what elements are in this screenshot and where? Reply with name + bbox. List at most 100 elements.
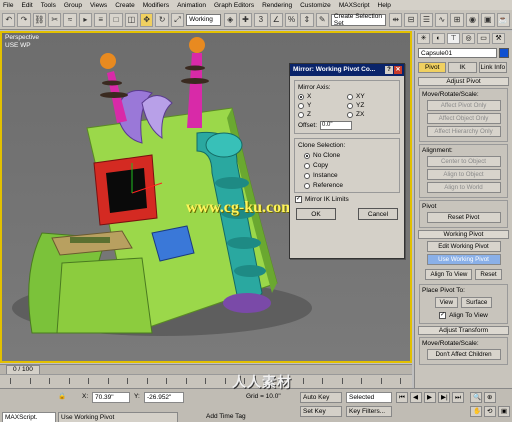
offset-field[interactable]: 0.0" xyxy=(320,121,353,130)
x-coordinate-field[interactable]: 70.39" xyxy=(92,392,130,403)
go-to-start-icon[interactable]: ⏮ xyxy=(396,392,408,403)
set-key-button[interactable]: Set Key xyxy=(300,406,342,417)
menu-item-modifiers[interactable]: Modifiers xyxy=(143,2,169,9)
modify-tab-icon[interactable]: ◐ xyxy=(432,33,445,44)
ok-button[interactable]: OK xyxy=(296,208,336,220)
adjust-transform-rollout[interactable]: Adjust Transform xyxy=(418,326,509,335)
display-tab-icon[interactable]: ▭ xyxy=(477,33,490,44)
pivot-center-icon[interactable]: ◈ xyxy=(223,12,237,27)
align-to-object-button[interactable]: Align to Object xyxy=(426,169,501,180)
create-tab-icon[interactable]: ✳ xyxy=(417,33,430,44)
move-icon[interactable]: ✥ xyxy=(140,12,154,27)
radio-dot-icon[interactable] xyxy=(304,162,310,169)
named-selection-set-dropdown[interactable]: Create Selection Set xyxy=(330,13,387,27)
schematic-view-icon[interactable]: ⊞ xyxy=(450,12,464,27)
axis-radio-zx[interactable]: ZX xyxy=(347,111,396,118)
rotate-icon[interactable]: ↻ xyxy=(155,12,169,27)
reset-pivot-button[interactable]: Reset Pivot xyxy=(426,212,501,223)
align-to-world-button[interactable]: Align to World xyxy=(426,182,501,193)
percent-snap-icon[interactable]: % xyxy=(284,12,299,27)
unlink-icon[interactable]: ✂ xyxy=(48,12,62,27)
center-to-object-button[interactable]: Center to Object xyxy=(426,156,501,167)
surface-button[interactable]: Surface xyxy=(460,297,493,308)
zoom-icon[interactable]: 🔍 xyxy=(470,392,482,403)
axis-radio-xy[interactable]: XY xyxy=(347,93,396,100)
radio-dot-icon[interactable] xyxy=(347,111,353,118)
axis-radio-x[interactable]: X xyxy=(298,93,347,100)
object-name-field[interactable]: Capsule01 xyxy=(418,48,497,58)
spinner-snap-icon[interactable]: ⇕ xyxy=(300,12,314,27)
align-icon[interactable]: ⊟ xyxy=(404,12,418,27)
lock-icon[interactable]: 🔒 xyxy=(58,392,66,402)
clone-radio-copy[interactable]: Copy xyxy=(304,162,396,169)
add-time-tag[interactable]: Add Time Tag xyxy=(206,412,246,422)
previous-frame-icon[interactable]: ◀ xyxy=(410,392,422,403)
cancel-button[interactable]: Cancel xyxy=(358,208,398,220)
orbit-icon[interactable]: ⟲ xyxy=(484,406,496,417)
menu-item-file[interactable]: File xyxy=(3,2,13,9)
snap-toggle-icon[interactable]: 3 xyxy=(254,12,268,27)
dont-affect-children-button[interactable]: Don't Affect Children xyxy=(426,349,501,360)
menu-item-group[interactable]: Group xyxy=(64,2,82,9)
radio-dot-icon[interactable] xyxy=(298,93,304,100)
use-working-pivot-button[interactable]: Use Working Pivot xyxy=(426,254,501,265)
affect-object-only-button[interactable]: Affect Object Only xyxy=(426,113,501,124)
auto-key-button[interactable]: Auto Key xyxy=(300,392,342,403)
maxscript-listener[interactable]: MAXScript. xyxy=(2,412,56,422)
align-to-view-checkbox[interactable]: ✓ Align To View xyxy=(422,312,505,319)
tab-pivot[interactable]: Pivot xyxy=(418,62,447,73)
window-crossing-icon[interactable]: ◫ xyxy=(124,12,139,27)
key-filters-button[interactable]: Key Filters... xyxy=(346,406,392,417)
curve-editor-icon[interactable]: ∿ xyxy=(435,12,449,27)
utilities-tab-icon[interactable]: ⚒ xyxy=(492,33,505,44)
menu-item-maxscript[interactable]: MAXScript xyxy=(339,2,370,9)
clone-radio-reference[interactable]: Reference xyxy=(304,182,396,189)
y-coordinate-field[interactable]: -26.952" xyxy=(144,392,184,403)
region-select-icon[interactable]: □ xyxy=(109,12,123,27)
radio-dot-icon[interactable] xyxy=(347,93,353,100)
menu-item-create[interactable]: Create xyxy=(115,2,135,9)
select-object-icon[interactable]: ▸ xyxy=(78,12,93,27)
object-color-swatch[interactable] xyxy=(499,48,509,58)
layer-manager-icon[interactable]: ☰ xyxy=(419,12,434,27)
help-button[interactable]: ? xyxy=(385,66,393,74)
menu-item-tools[interactable]: Tools xyxy=(41,2,56,9)
close-icon[interactable]: ✕ xyxy=(394,66,402,74)
menu-item-customize[interactable]: Customize xyxy=(300,2,331,9)
time-slider[interactable]: 0 / 100 xyxy=(0,364,412,375)
menu-item-rendering[interactable]: Rendering xyxy=(262,2,292,9)
radio-dot-icon[interactable] xyxy=(298,111,304,118)
render-setup-icon[interactable]: ▣ xyxy=(481,12,495,27)
mirror-dialog-title[interactable]: Mirror: Working Pivot Co... ? ✕ xyxy=(290,64,404,76)
hierarchy-tab-icon[interactable]: ⊤ xyxy=(447,33,460,44)
angle-snap-icon[interactable]: ∠ xyxy=(269,12,283,27)
clone-radio-no-clone[interactable]: No Clone xyxy=(304,152,396,159)
go-to-end-icon[interactable]: ⏭ xyxy=(452,392,464,403)
mirror-icon[interactable]: ⇹ xyxy=(389,12,403,27)
radio-dot-icon[interactable] xyxy=(304,182,310,189)
undo-icon[interactable]: ↶ xyxy=(2,12,16,27)
scale-icon[interactable]: ⤢ xyxy=(170,12,185,27)
adjust-pivot-rollout[interactable]: Adjust Pivot xyxy=(418,77,509,86)
affect-pivot-only-button[interactable]: Affect Pivot Only xyxy=(426,100,501,111)
material-editor-icon[interactable]: ◉ xyxy=(465,12,480,27)
zoom-all-icon[interactable]: ⊕ xyxy=(484,392,496,403)
select-by-name-icon[interactable]: ≡ xyxy=(94,12,108,27)
bind-space-warp-icon[interactable]: ≈ xyxy=(63,12,77,27)
affect-hierarchy-only-button[interactable]: Affect Hierarchy Only xyxy=(426,126,501,137)
axis-radio-yz[interactable]: YZ xyxy=(347,102,396,109)
pan-icon[interactable]: ✋ xyxy=(470,406,482,417)
edit-named-selection-icon[interactable]: ✎ xyxy=(315,12,329,27)
maximize-viewport-icon[interactable]: ▣ xyxy=(498,406,510,417)
checkbox-check-icon[interactable]: ✓ xyxy=(439,312,447,319)
axis-radio-y[interactable]: Y xyxy=(298,102,347,109)
selected-dropdown[interactable]: Selected xyxy=(346,392,392,403)
radio-dot-icon[interactable] xyxy=(298,102,304,109)
menu-item-graph-editors[interactable]: Graph Editors xyxy=(214,2,254,9)
reference-coordinate-dropdown[interactable]: Working xyxy=(186,13,221,26)
track-bar[interactable] xyxy=(0,374,412,388)
manipulate-icon[interactable]: ✚ xyxy=(238,12,253,27)
radio-dot-icon[interactable] xyxy=(304,172,310,179)
clone-radio-instance[interactable]: Instance xyxy=(304,172,396,179)
link-icon[interactable]: ⛓ xyxy=(32,12,47,27)
